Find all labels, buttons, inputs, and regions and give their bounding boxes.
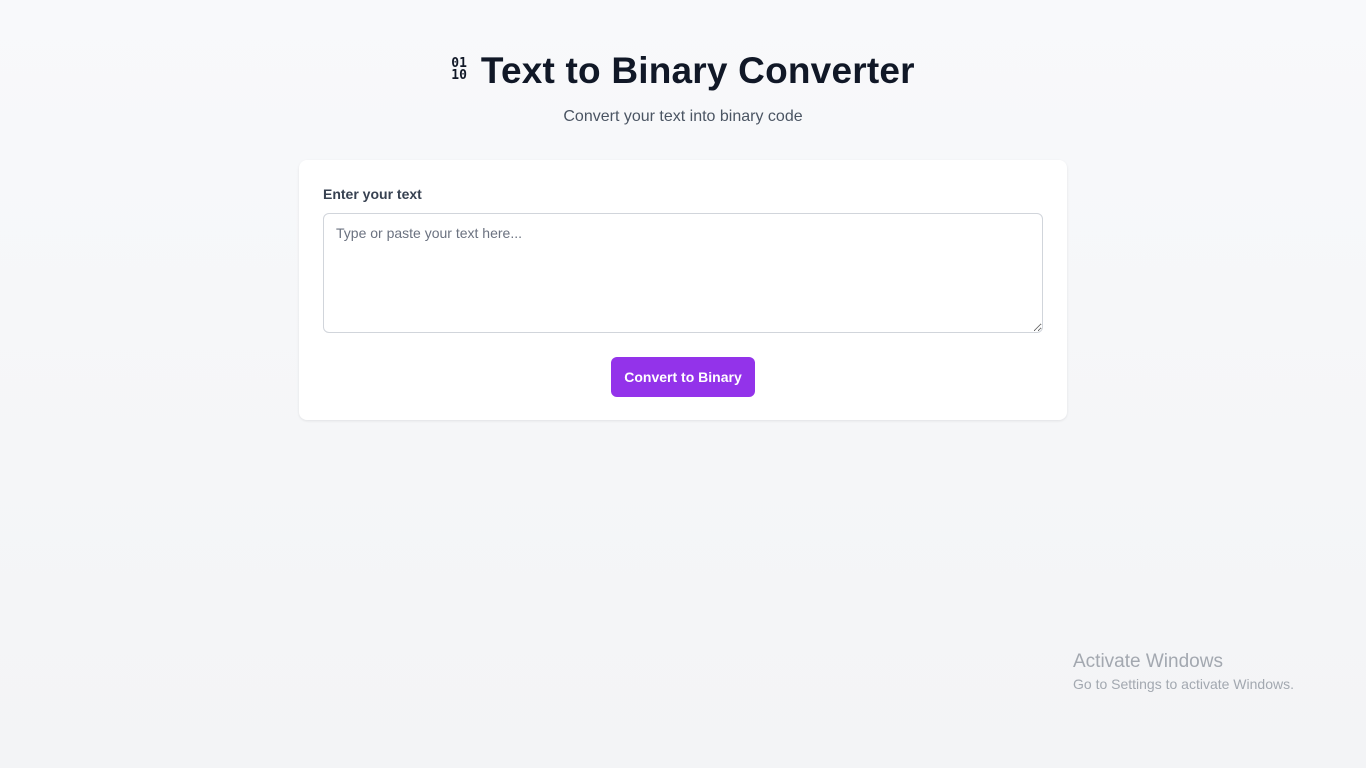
text-input-label: Enter your text: [323, 186, 422, 202]
watermark-title: Activate Windows: [1073, 651, 1223, 672]
converter-card: Enter your text Convert to Binary: [299, 160, 1067, 420]
title-row: 01 10 Text to Binary Converter: [0, 48, 1366, 94]
page-subtitle: Convert your text into binary code: [563, 108, 803, 125]
watermark-subtitle: Go to Settings to activate Windows.: [1073, 676, 1294, 692]
binary-icon-bottom: 10: [451, 68, 467, 83]
binary-icon: 01 10: [451, 57, 467, 83]
convert-to-binary-button[interactable]: Convert to Binary: [611, 357, 755, 397]
page-title: Text to Binary Converter: [480, 50, 915, 91]
page-header: 01 10 Text to Binary Converter Convert y…: [0, 48, 1366, 126]
text-input[interactable]: [323, 213, 1043, 333]
button-row: Convert to Binary: [323, 357, 1043, 397]
activate-windows-watermark: Activate Windows Go to Settings to activ…: [1073, 651, 1294, 694]
